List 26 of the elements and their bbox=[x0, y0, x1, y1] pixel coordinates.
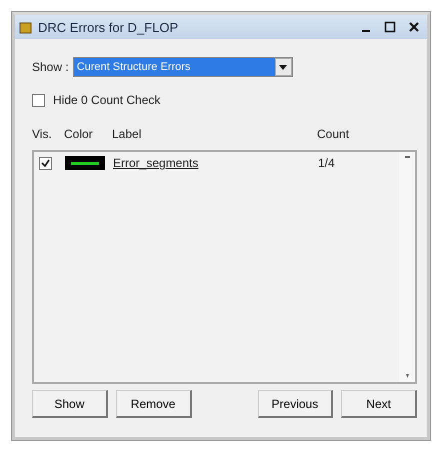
count-cell-text: 1/4 bbox=[318, 156, 336, 170]
minimize-icon bbox=[362, 30, 370, 32]
column-header: Count bbox=[317, 127, 350, 141]
scrollbar[interactable] bbox=[399, 152, 415, 382]
hide-zero-checkbox[interactable] bbox=[32, 94, 45, 106]
column-header: Color bbox=[64, 127, 94, 141]
action-button[interactable]: Show bbox=[32, 390, 108, 418]
error-label-link[interactable]: Error_segments bbox=[113, 156, 318, 170]
column-header: Vis. bbox=[32, 127, 53, 141]
show-label: Show : bbox=[32, 60, 69, 74]
color-swatch[interactable] bbox=[65, 156, 105, 170]
dropdown-button[interactable] bbox=[274, 58, 292, 76]
action-button[interactable]: Next bbox=[341, 390, 417, 418]
hide-zero-label: Hide 0 Count Check bbox=[53, 93, 160, 107]
close-icon bbox=[409, 22, 419, 32]
scroll-up-icon[interactable] bbox=[404, 156, 410, 158]
window-title: DRC Errors for D_FLOP bbox=[38, 20, 180, 34]
scroll-down-icon[interactable] bbox=[406, 374, 408, 378]
caret-icon bbox=[279, 64, 288, 70]
maximize-icon bbox=[384, 21, 396, 33]
action-button[interactable]: Previous bbox=[258, 390, 334, 418]
action-button[interactable]: Remove bbox=[116, 390, 192, 418]
app-icon bbox=[19, 20, 32, 34]
column-header: Label bbox=[112, 127, 142, 141]
visible-checkbox[interactable] bbox=[39, 156, 52, 170]
show-dropdown[interactable]: Curent Structure Errors bbox=[72, 57, 293, 77]
